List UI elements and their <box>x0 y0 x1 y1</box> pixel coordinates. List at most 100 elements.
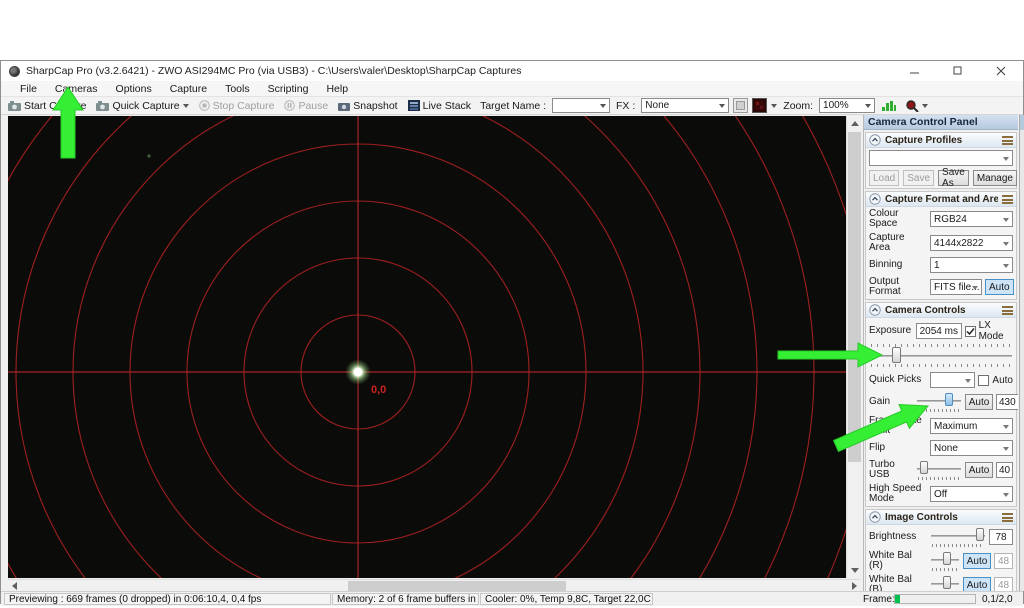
white-bal-b-value[interactable]: 48 <box>994 577 1013 591</box>
image-viewport[interactable]: 0,0 <box>8 116 846 578</box>
lx-mode-label: LX Mode <box>978 320 1004 342</box>
colour-space-select[interactable]: RGB24 <box>930 211 1013 227</box>
camera-icon <box>8 100 21 111</box>
white-bal-r-slider[interactable] <box>930 551 960 571</box>
scroll-right-icon[interactable] <box>852 582 857 590</box>
group-menu-icon[interactable] <box>1002 512 1013 522</box>
gain-slider[interactable] <box>916 392 962 412</box>
scroll-left-icon[interactable] <box>12 582 17 590</box>
white-bal-r-slider-thumb[interactable] <box>942 552 951 565</box>
white-bal-b-slider[interactable] <box>930 575 960 591</box>
group-header-image-controls[interactable]: Image Controls <box>866 510 1016 525</box>
target-name-combobox[interactable] <box>552 98 611 113</box>
pause-button[interactable]: Pause <box>281 98 331 114</box>
horizontal-scroll-thumb[interactable] <box>348 581 566 591</box>
stop-capture-button[interactable]: Stop Capture <box>196 98 278 114</box>
menu-scripting[interactable]: Scripting <box>259 83 318 95</box>
profile-select[interactable] <box>869 150 1013 166</box>
white-bal-b-auto-button[interactable]: Auto <box>963 577 991 591</box>
menu-file[interactable]: File <box>11 83 46 95</box>
binning-select[interactable]: 1 <box>930 257 1013 273</box>
white-bal-r-label: White Bal (R) <box>869 550 912 571</box>
status-memory: Memory: 2 of 6 frame buffers in use. <box>332 593 479 605</box>
group-menu-icon[interactable] <box>1002 194 1013 204</box>
magnifier-icon <box>906 99 919 112</box>
gain-slider-thumb[interactable] <box>944 393 953 406</box>
vertical-scrollbar[interactable] <box>846 116 861 578</box>
vertical-scroll-thumb[interactable] <box>848 132 861 462</box>
menu-capture[interactable]: Capture <box>161 83 216 95</box>
frame-progress-fill <box>895 595 900 603</box>
dropdown-arrow-icon <box>1003 242 1009 246</box>
save-as-button[interactable]: Save As <box>938 167 969 189</box>
lx-mode-checkbox[interactable] <box>964 325 976 337</box>
menu-options[interactable]: Options <box>107 83 161 95</box>
brightness-slider-thumb[interactable] <box>975 528 984 541</box>
flip-select[interactable]: None <box>930 440 1013 456</box>
menu-cameras[interactable]: Cameras <box>46 83 107 95</box>
status-frame-value: 0,1/2,0 <box>982 594 1013 605</box>
turbo-usb-slider-thumb[interactable] <box>919 461 928 474</box>
minimize-button[interactable] <box>893 61 936 81</box>
output-format-auto-button[interactable]: Auto <box>985 279 1014 295</box>
high-speed-mode-select[interactable]: Off <box>930 486 1013 502</box>
group-menu-icon[interactable] <box>1002 135 1013 145</box>
manage-button[interactable]: Manage <box>972 170 1017 186</box>
turbo-usb-value[interactable]: 40 <box>996 462 1014 478</box>
focus-assist-button[interactable] <box>903 98 931 114</box>
menu-tools[interactable]: Tools <box>216 83 259 95</box>
group-header-camera-controls[interactable]: Camera Controls <box>866 303 1016 318</box>
white-bal-r-value[interactable]: 48 <box>994 553 1013 569</box>
capture-area-select[interactable]: 4144x2822 <box>930 235 1013 251</box>
horizontal-scrollbar[interactable] <box>8 579 861 591</box>
close-button[interactable] <box>980 61 1023 81</box>
start-capture-label: Start Capture <box>24 99 87 112</box>
maximize-button[interactable] <box>936 61 979 81</box>
gain-auto-button[interactable]: Auto <box>965 394 993 410</box>
scroll-down-icon[interactable] <box>851 568 859 573</box>
camera-control-panel: Camera Control Panel Capture Profiles Lo… <box>863 115 1018 591</box>
turbo-usb-auto-button[interactable]: Auto <box>965 462 993 478</box>
zoom-combobox[interactable]: 100% <box>819 98 876 113</box>
menu-help[interactable]: Help <box>317 83 357 95</box>
live-stack-button[interactable]: Live Stack <box>405 98 474 114</box>
histogram-button[interactable] <box>879 98 899 114</box>
exposure-value[interactable]: 2054 ms <box>916 323 962 339</box>
docked-panel-edge-header <box>1020 115 1024 130</box>
brightness-slider[interactable] <box>930 527 986 547</box>
brightness-label: Brightness <box>869 531 917 542</box>
start-capture-button[interactable]: Start Capture <box>5 98 89 114</box>
exposure-slider-thumb[interactable] <box>892 347 902 363</box>
gain-value[interactable]: 430 <box>996 394 1018 410</box>
quick-picks-select[interactable] <box>930 372 976 388</box>
load-button[interactable]: Load <box>869 170 900 186</box>
group-header-capture-profiles[interactable]: Capture Profiles <box>866 133 1016 148</box>
brightness-value[interactable]: 78 <box>989 529 1013 545</box>
exposure-auto-checkbox[interactable] <box>978 374 990 386</box>
exposure-slider[interactable] <box>869 344 1013 368</box>
fx-combobox[interactable]: None <box>641 98 730 113</box>
chevron-down-icon <box>865 104 872 108</box>
chevron-down-icon[interactable] <box>771 103 778 108</box>
output-format-select[interactable]: FITS file... <box>930 279 982 295</box>
frame-rate-limit-select[interactable]: Maximum <box>930 418 1013 434</box>
turbo-usb-slider[interactable] <box>916 460 962 480</box>
group-menu-icon[interactable] <box>1002 305 1013 315</box>
collapse-icon <box>869 304 881 316</box>
frame-progress-bar <box>894 594 976 604</box>
display-mode-button[interactable] <box>752 98 768 113</box>
group-header-capture-format[interactable]: Capture Format and Area <box>866 192 1016 207</box>
colour-space-value: RGB24 <box>934 213 967 225</box>
white-bal-r-auto-button[interactable]: Auto <box>963 553 991 569</box>
snapshot-button[interactable]: Snapshot <box>335 98 400 114</box>
binning-value: 1 <box>934 259 940 271</box>
save-button[interactable]: Save <box>903 170 935 186</box>
white-bal-b-slider-thumb[interactable] <box>942 576 951 589</box>
dropdown-arrow-icon <box>1003 447 1009 451</box>
screenshot-root: SharpCap Pro (v3.2.6421) - ZWO ASI294MC … <box>0 0 1024 608</box>
dropdown-arrow-icon <box>1003 425 1009 429</box>
quick-capture-button[interactable]: Quick Capture <box>93 98 191 114</box>
scroll-up-icon[interactable] <box>851 121 859 126</box>
snapshot-label: Snapshot <box>353 99 398 112</box>
selection-area-button[interactable] <box>733 98 749 113</box>
